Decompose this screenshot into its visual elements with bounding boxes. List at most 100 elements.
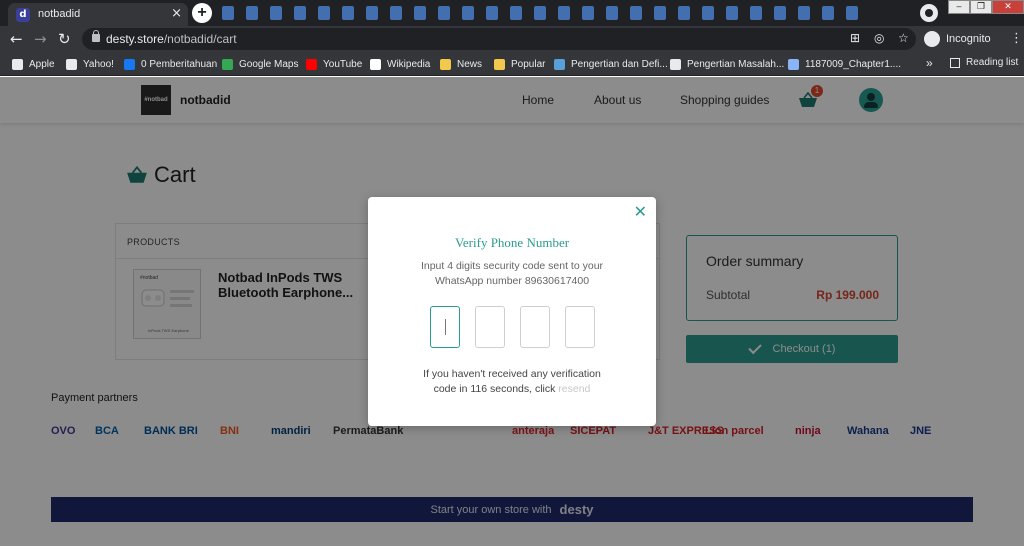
- globe-icon: [66, 58, 77, 70]
- tab-close-icon[interactable]: ×: [171, 6, 182, 21]
- verify-phone-modal: ✕ Verify Phone Number Input 4 digits sec…: [368, 197, 656, 426]
- browser-menu-icon[interactable]: ⋮: [1010, 31, 1023, 46]
- youtube-icon: [306, 58, 317, 70]
- bookmark-label: News: [457, 58, 483, 70]
- close-icon[interactable]: ✕: [634, 203, 647, 221]
- resend-note-line: If you haven't received any verification: [423, 368, 601, 380]
- bookmark-label: 0 Pemberitahuan: [141, 58, 218, 70]
- bookmark-label: Google Maps: [239, 58, 299, 70]
- bookmark-label: Pengertian dan Defi...: [571, 58, 668, 70]
- reading-list-button[interactable]: Reading list: [950, 57, 1018, 68]
- desty-favicon-icon: d: [16, 8, 30, 22]
- tab-favicon-icon[interactable]: [750, 6, 762, 20]
- tab-favicon-icon[interactable]: [438, 6, 450, 20]
- modal-description: Input 4 digits security code sent to you…: [396, 259, 628, 289]
- browser-tab-bar: d notbadid × + ‒ ❐ ✕: [0, 0, 1024, 26]
- bookmark-item[interactable]: 0 Pemberitahuan: [124, 57, 217, 71]
- address-bar[interactable]: desty.store/notbadid/cart ⊞ ◎ ☆: [82, 28, 916, 50]
- bookmark-item[interactable]: Pengertian Masalah...: [670, 57, 784, 71]
- tab-favicon-icon[interactable]: [654, 6, 666, 20]
- store-page: #notbad notbadid Home About us Shopping …: [0, 77, 1024, 546]
- pinned-tab-strip[interactable]: [218, 3, 883, 23]
- incognito-label: Incognito: [946, 33, 991, 45]
- globe-icon: [670, 58, 681, 70]
- facebook-icon: [124, 58, 135, 70]
- url-text: desty.store/notbadid/cart: [106, 32, 237, 46]
- new-tab-button[interactable]: +: [192, 3, 212, 23]
- profile-badge-icon[interactable]: [920, 4, 938, 22]
- resend-link[interactable]: resend: [558, 383, 590, 395]
- tab-favicon-icon[interactable]: [558, 6, 570, 20]
- incognito-icon: [924, 31, 940, 47]
- tab-favicon-icon[interactable]: [726, 6, 738, 20]
- reading-list-icon: [950, 57, 960, 68]
- bookmark-item[interactable]: Google Maps: [222, 57, 298, 71]
- bookmark-label: 1187009_Chapter1....: [805, 58, 902, 70]
- bookmark-item[interactable]: Wikipedia: [370, 57, 430, 71]
- tab-favicon-icon[interactable]: [630, 6, 642, 20]
- bookmark-item[interactable]: YouTube: [306, 57, 362, 71]
- bookmark-label: Pengertian Masalah...: [687, 58, 785, 70]
- modal-title: Verify Phone Number: [454, 235, 570, 250]
- tab-favicon-icon[interactable]: [342, 6, 354, 20]
- translate-icon[interactable]: ⊞: [850, 31, 860, 45]
- tab-favicon-icon[interactable]: [462, 6, 474, 20]
- tab-favicon-icon[interactable]: [414, 6, 426, 20]
- tab-favicon-icon[interactable]: [798, 6, 810, 20]
- folder-icon: [494, 58, 505, 70]
- tab-favicon-icon[interactable]: [294, 6, 306, 20]
- minimize-icon[interactable]: ‒: [948, 0, 970, 14]
- bookmark-label: Apple: [29, 58, 55, 70]
- window-controls: ‒ ❐ ✕: [948, 0, 1024, 14]
- bookmark-label: Popular: [511, 58, 546, 70]
- lock-icon[interactable]: [92, 30, 100, 42]
- tab-favicon-icon[interactable]: [486, 6, 498, 20]
- tab-favicon-icon[interactable]: [390, 6, 402, 20]
- tab-title: notbadid: [38, 8, 81, 20]
- bookmark-label: Wikipedia: [387, 58, 431, 70]
- tab-favicon-icon[interactable]: [246, 6, 258, 20]
- otp-digit-3[interactable]: [520, 306, 550, 348]
- tab-favicon-icon[interactable]: [846, 6, 858, 20]
- close-window-icon[interactable]: ✕: [992, 0, 1024, 14]
- tab-favicon-icon[interactable]: [366, 6, 378, 20]
- bookmark-label: YouTube: [323, 58, 363, 70]
- tab-favicon-icon[interactable]: [606, 6, 618, 20]
- otp-digit-1[interactable]: [430, 306, 460, 348]
- browser-tab-active[interactable]: d notbadid ×: [8, 3, 188, 26]
- bookmark-item[interactable]: 1187009_Chapter1....: [788, 57, 901, 71]
- back-icon[interactable]: ←: [10, 30, 23, 48]
- bookmark-item[interactable]: Apple: [12, 57, 55, 71]
- forward-icon[interactable]: →: [34, 30, 47, 48]
- tab-favicon-icon[interactable]: [534, 6, 546, 20]
- file-icon: [788, 58, 799, 70]
- text-caret: [445, 319, 446, 335]
- reload-icon[interactable]: ↻: [58, 30, 71, 48]
- modal-description-line: WhatsApp number 89630617400: [434, 275, 590, 287]
- bookmarks-bar: » Reading list Apple Yahoo! 0 Pemberitahua…: [0, 52, 1024, 76]
- incognito-indicator[interactable]: Incognito: [924, 30, 991, 48]
- tab-favicon-icon[interactable]: [318, 6, 330, 20]
- bookmark-item[interactable]: Popular: [494, 57, 545, 71]
- bookmark-item[interactable]: News: [440, 57, 482, 71]
- more-bookmarks-icon[interactable]: »: [926, 56, 933, 70]
- bookmark-star-icon[interactable]: ☆: [898, 31, 909, 45]
- tab-favicon-icon[interactable]: [822, 6, 834, 20]
- bookmark-label: Yahoo!: [83, 58, 114, 70]
- maximize-icon[interactable]: ❐: [970, 0, 992, 14]
- tab-favicon-icon[interactable]: [702, 6, 714, 20]
- tab-favicon-icon[interactable]: [270, 6, 282, 20]
- browser-toolbar: ← → ↻ desty.store/notbadid/cart ⊞ ◎ ☆ In…: [0, 26, 1024, 52]
- tab-favicon-icon[interactable]: [774, 6, 786, 20]
- tab-favicon-icon[interactable]: [582, 6, 594, 20]
- eye-slash-icon[interactable]: ◎: [874, 31, 884, 45]
- otp-digit-4[interactable]: [565, 306, 595, 348]
- otp-digit-2[interactable]: [475, 306, 505, 348]
- maps-icon: [222, 58, 233, 70]
- tab-favicon-icon[interactable]: [222, 6, 234, 20]
- bookmark-item[interactable]: Pengertian dan Defi...: [554, 57, 668, 71]
- apple-icon: [12, 58, 23, 70]
- tab-favicon-icon[interactable]: [510, 6, 522, 20]
- bookmark-item[interactable]: Yahoo!: [66, 57, 114, 71]
- tab-favicon-icon[interactable]: [678, 6, 690, 20]
